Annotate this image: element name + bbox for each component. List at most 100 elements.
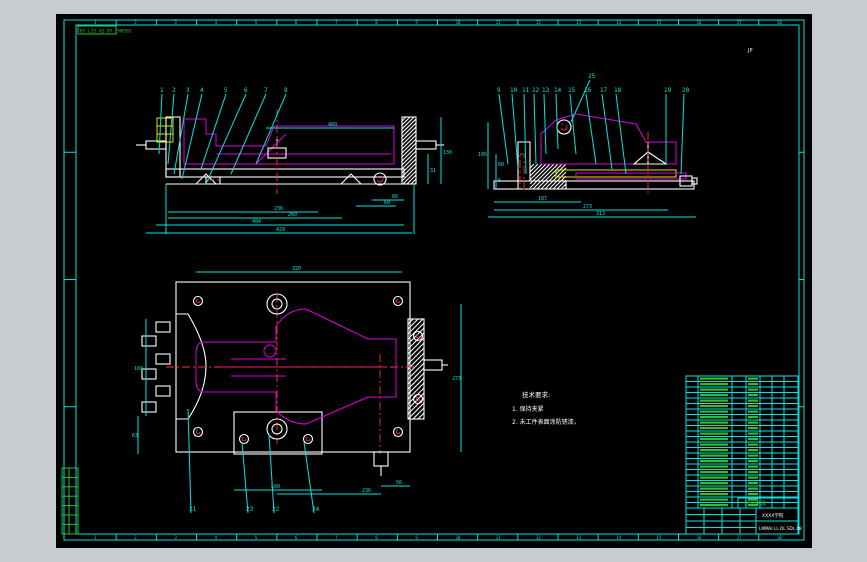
grid-number-top: 13 [576,20,581,25]
front-dim-d3: 404 [252,219,261,225]
top-lower-tab [233,411,323,455]
parts-row-text [700,427,728,430]
parts-row-text [700,476,728,479]
parts-row-text [700,438,728,441]
parts-list-rows [686,376,798,508]
balloon-label: 20 [682,87,690,94]
front-base-plate [165,168,405,178]
grid-number-bottom: 15 [656,535,661,540]
parts-list [685,375,799,509]
parts-row-text [700,504,728,507]
tech-notes-title: 技术要求: [522,390,550,399]
top-dim-b3: 56 [396,480,402,486]
balloon-label: 21 [189,506,197,513]
front-dim-d2: 260 [288,212,297,218]
parts-row-text [748,388,758,391]
balloon-label: 15 [568,87,576,94]
balloon-label: 14 [554,87,562,94]
parts-row-text [700,471,728,474]
grid-number-top: 5 [255,20,258,25]
mounting-hole [238,433,250,445]
parts-row-text [700,493,728,496]
parts-row-text [748,482,758,485]
grid-number-top: 6 [295,20,298,25]
side-dim-l2: 60 [498,162,504,168]
top-dim-b1: L60 [271,484,280,490]
parts-row-text [748,427,758,430]
parts-row-text [700,383,728,386]
side-view: 9 10 11 12 13 14 15 16 17 18 19 20 25 187 273 313 1… [478,73,698,218]
parts-row-text [748,394,758,397]
grid-number-bottom: 3 [174,535,177,540]
balloon-label: 12 [532,87,540,94]
grid-number-top: 16 [697,20,702,25]
parts-row-text [700,377,728,380]
side-dim-l3: 6 [498,178,501,184]
header-code: BI LZ2 02 BT CHM502 [80,29,132,35]
top-left-clamp [176,313,207,420]
parts-row-text [748,498,758,501]
parts-row-text [748,432,758,435]
parts-row-text [748,410,758,413]
balloon-label: 18 [614,87,622,94]
grid-number-bottom: 14 [616,535,621,540]
front-dim-v2: 31 [430,168,436,174]
side-pin [556,119,572,135]
parts-row-text [700,443,728,446]
parts-row-text [700,394,728,397]
parts-row-text [748,438,758,441]
parts-row-text [700,405,728,408]
tech-note-1: 1. 保持夹紧 [512,405,544,413]
mounting-hole [392,295,404,307]
side-dim-b3: 313 [596,211,605,217]
parts-row-text [748,443,758,446]
balloon-label: 7 [264,87,268,94]
grid-number-bottom: 12 [536,535,541,540]
grid-number-bottom: 5 [255,535,258,540]
cad-drawing: 1122334455667788991010111112121313141415… [61,19,805,541]
title-block: 尼龙夹具 XXXX学院 LMMAI LL DL SDL 08 [685,497,802,535]
grid-number-bottom: 4 [215,535,218,540]
outer-frame [63,19,805,541]
title-block-cells [686,508,756,534]
front-dim-top: 460 [328,122,337,128]
parts-row-text [748,377,758,380]
balloon-label: 3 [186,87,190,94]
front-dim-v1: 130 [443,150,452,156]
parts-row-text [748,476,758,479]
grid-number-bottom: 9 [415,535,418,540]
parts-row-text [700,432,728,435]
grid-number-bottom: 18 [777,535,782,540]
side-dim-b2: 273 [583,204,592,210]
frame-ticks [64,20,804,540]
parts-row-text [700,399,728,402]
parts-row-text [700,487,728,490]
top-dim-b2: 236 [362,488,371,494]
parts-row-text [748,465,758,468]
front-dim-r2: 66 [392,194,398,200]
parts-row-text [748,383,758,386]
cad-viewport[interactable]: 1 1 2 2 3 3 4 4 5 5 6 6 7 7 8 8 9 9 10 10 11 11 12 12 13 13 14 14 15… [56,14,812,548]
balloon-label: 6 [244,87,248,94]
balloon-label: 5 [224,87,228,94]
top-balloons: 21 23 22 24 [187,408,320,514]
side-dim-b1: 187 [538,196,547,202]
parts-row-text [748,487,758,490]
balloon-label: 17 [600,87,608,94]
mounting-hole [392,426,404,438]
grid-number-bottom: 10 [456,535,461,540]
top-dim-left1: 160 [134,366,143,372]
parts-row-text [748,399,758,402]
grid-number-bottom: 8 [375,535,378,540]
parts-row-text [700,416,728,419]
grid-number-bottom: 2 [134,535,137,540]
balloon-label: 19 [664,87,672,94]
tech-note-2: 2. 未工件表面涂防锈漆。 [512,418,580,426]
parts-row-text [748,454,758,457]
mounting-hole [302,433,314,445]
parts-row-text [748,416,758,419]
parts-row-text [700,465,728,468]
grid-number-top: 12 [536,20,541,25]
balloon-label: 2 [172,87,176,94]
side-balloon-top: 25 [588,73,596,80]
